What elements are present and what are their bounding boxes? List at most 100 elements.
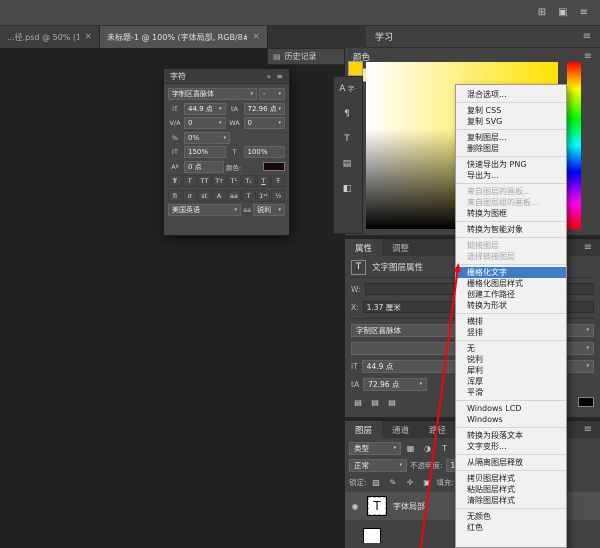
layer-name[interactable]: 字体局部	[393, 501, 425, 512]
small-caps-button[interactable]: Tᴛ	[212, 175, 226, 187]
context-menu-item[interactable]: 横排	[456, 316, 566, 327]
hue-slider[interactable]	[567, 62, 581, 229]
collapsed-character-panel[interactable]: A 字·	[339, 81, 356, 97]
context-menu-item[interactable]: 栅格化文字	[456, 267, 566, 278]
context-menu-item[interactable]: 转换为段落文本	[456, 430, 566, 441]
tab-channels[interactable]: 通道	[382, 421, 420, 438]
align-center-button[interactable]: ▤	[368, 396, 382, 408]
close-icon[interactable]: ×	[84, 32, 92, 42]
context-menu-item[interactable]: 导出为...	[456, 170, 566, 184]
lock-all-icon[interactable]: ▣	[421, 478, 434, 487]
context-menu-item[interactable]: 粘贴图层样式	[456, 484, 566, 495]
collapse-icon[interactable]: »	[266, 72, 271, 81]
collapsed-libraries-panel[interactable]: ◧	[343, 181, 354, 197]
context-menu-item[interactable]: 竖排	[456, 327, 566, 341]
context-menu-item[interactable]: 转换为形状	[456, 300, 566, 314]
superscript-button[interactable]: T¹	[227, 175, 241, 187]
context-menu-item[interactable]: 转换为智能对象	[456, 224, 566, 238]
context-menu-item[interactable]: 锐利	[456, 354, 566, 365]
horizontal-scale-field[interactable]: 100%	[243, 146, 285, 158]
context-menu-item[interactable]: 清除图层样式	[456, 495, 566, 509]
lock-transparency-icon[interactable]: ▨	[370, 478, 383, 487]
context-menu-item[interactable]: 删除图层	[456, 143, 566, 157]
filter-pixel-icon[interactable]: ▦	[404, 444, 417, 453]
panel-menu-icon[interactable]: ≡	[584, 242, 592, 253]
context-menu-item[interactable]: 红色	[456, 522, 566, 533]
stylistic-alternates-button[interactable]: aa	[227, 189, 241, 202]
titling-alternates-button[interactable]: T	[241, 189, 256, 202]
filter-adjustment-icon[interactable]: ◑	[421, 444, 434, 453]
panel-menu-icon[interactable]: ≡	[584, 424, 592, 435]
collapsed-paragraph-panel[interactable]: ¶	[344, 106, 352, 122]
collapsed-glyphs-panel[interactable]: T	[344, 131, 352, 147]
context-menu-item[interactable]: 浑厚	[456, 376, 566, 387]
filter-type-icon[interactable]: T	[438, 444, 451, 453]
context-menu-item[interactable]: 链接图层	[456, 240, 566, 251]
collapsed-adjustments-panel[interactable]: ▤	[343, 156, 354, 172]
text-color-swatch[interactable]	[263, 162, 285, 171]
swash-button[interactable]: A	[212, 189, 226, 202]
context-menu-item[interactable]: 复制 CSS	[456, 105, 566, 116]
context-menu-item[interactable]: 平滑	[456, 387, 566, 401]
tab-adjustments[interactable]: 调整	[382, 239, 420, 256]
baseline-shift-field[interactable]: 0 点	[184, 160, 224, 173]
layer-thumbnail[interactable]	[363, 528, 381, 543]
context-menu-item[interactable]: Windows LCD	[456, 403, 566, 414]
all-caps-button[interactable]: TT	[197, 175, 212, 187]
align-left-button[interactable]: ▤	[351, 396, 365, 408]
history-panel-tab[interactable]: ▤ 历史记录	[267, 48, 345, 65]
blend-mode-select[interactable]: 正常 ▾	[349, 458, 407, 472]
context-menu-item[interactable]: 来自图层组的画板...	[456, 197, 566, 208]
context-menu-item[interactable]: 无颜色	[456, 511, 566, 522]
ordinals-button[interactable]: 1ˢᵗ	[256, 189, 271, 202]
lock-position-icon[interactable]: ✛	[404, 478, 417, 487]
layer-thumbnail[interactable]: T	[367, 496, 387, 516]
contextual-alternates-button[interactable]: ơ	[182, 189, 197, 202]
close-icon[interactable]: ×	[252, 32, 260, 42]
context-menu-item[interactable]: 从隔离图层释放	[456, 457, 566, 471]
proportional-spacing-select[interactable]: 0% ▾	[184, 131, 230, 144]
panel-menu-icon[interactable]: ≡	[584, 51, 592, 62]
tracking-select[interactable]: 0 ▾	[243, 117, 285, 129]
context-menu-item[interactable]: 栅格化图层样式	[456, 278, 566, 289]
context-menu-item[interactable]: 快速导出为 PNG	[456, 159, 566, 170]
strikethrough-button[interactable]: Ŧ	[271, 175, 285, 187]
context-menu-item[interactable]: 复制 SVG	[456, 116, 566, 130]
grid-icon[interactable]: ⊞	[538, 7, 546, 18]
text-color-swatch[interactable]	[578, 397, 594, 407]
document-tab[interactable]: ...径.psd @ 50% (1... ×	[0, 26, 100, 48]
foreground-color-swatch[interactable]	[348, 61, 363, 76]
language-select[interactable]: 美国英语 ▾	[168, 204, 242, 216]
layer-filter-select[interactable]: 类型 ▾	[349, 441, 401, 455]
font-family-select[interactable]: 字制区喜脉体 ▾	[168, 88, 257, 100]
underline-button[interactable]: T	[256, 175, 271, 187]
discretionary-ligatures-button[interactable]: st	[197, 189, 212, 202]
antialias-select[interactable]: 锐利 ▾	[253, 204, 285, 216]
context-menu-item[interactable]: 选择链接图层	[456, 251, 566, 265]
align-right-button[interactable]: ▤	[385, 396, 399, 408]
context-menu-item[interactable]: Windows	[456, 414, 566, 428]
context-menu-item[interactable]: 文字变形...	[456, 441, 566, 455]
faux-italic-button[interactable]: T	[182, 175, 197, 187]
tab-properties[interactable]: 属性	[345, 239, 383, 256]
leading-select[interactable]: 72.96 点 ▾	[243, 102, 285, 115]
context-menu-item[interactable]: 转换为图框	[456, 208, 566, 222]
vertical-scale-field[interactable]: 150%	[184, 146, 226, 158]
tab-layers[interactable]: 图层	[345, 421, 383, 438]
context-menu-item[interactable]: 犀利	[456, 365, 566, 376]
tab-paths[interactable]: 路径	[419, 421, 457, 438]
font-size-select[interactable]: 44.9 点▾	[184, 102, 226, 115]
document-tab[interactable]: 未标题-1 @ 100% (字体局部, RGB/8#) ×	[100, 26, 268, 48]
kerning-select[interactable]: 0 ▾	[184, 117, 226, 129]
leading-select[interactable]: 72.96 点 ▾	[363, 377, 428, 391]
font-size-select[interactable]: 44.9 点▾	[361, 359, 469, 373]
eye-icon[interactable]: ◉	[349, 502, 361, 511]
context-menu-item[interactable]: 混合选项...	[456, 89, 566, 103]
panel-menu-icon[interactable]: ≡	[583, 31, 591, 42]
character-panel-header[interactable]: 字符 » ≡	[164, 69, 289, 84]
menu-icon[interactable]: ≡	[580, 7, 588, 18]
faux-bold-button[interactable]: T	[168, 175, 182, 187]
font-style-select[interactable]: - ▾	[259, 88, 285, 100]
context-menu-item[interactable]: 复制图层...	[456, 132, 566, 143]
context-menu-item[interactable]: 创建工作路径	[456, 289, 566, 300]
